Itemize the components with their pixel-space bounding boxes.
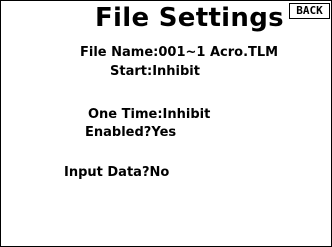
enabled-value[interactable]: Yes	[151, 125, 176, 140]
one-time-value[interactable]: Inhibit	[163, 107, 211, 122]
input-data-label: Input Data?	[64, 165, 150, 180]
file-name-row: File Name:001~1 Acro.TLM	[80, 45, 278, 61]
start-row: Start:Inhibit	[110, 64, 200, 80]
start-value[interactable]: Inhibit	[152, 64, 200, 79]
input-data-row: Input Data?No	[64, 165, 169, 181]
back-button[interactable]: BACK	[289, 3, 330, 19]
file-settings-screen: File Settings BACK File Name:001~1 Acro.…	[0, 0, 332, 247]
enabled-row: Enabled?Yes	[85, 125, 176, 141]
file-name-value[interactable]: 001~1 Acro.TLM	[158, 45, 278, 60]
one-time-row: One Time:Inhibit	[88, 107, 210, 123]
one-time-label: One Time:	[88, 107, 163, 122]
enabled-label: Enabled?	[85, 125, 152, 140]
input-data-value[interactable]: No	[149, 165, 169, 180]
file-name-label: File Name:	[80, 45, 159, 60]
page-title: File Settings	[95, 3, 284, 33]
start-label: Start:	[110, 64, 153, 79]
